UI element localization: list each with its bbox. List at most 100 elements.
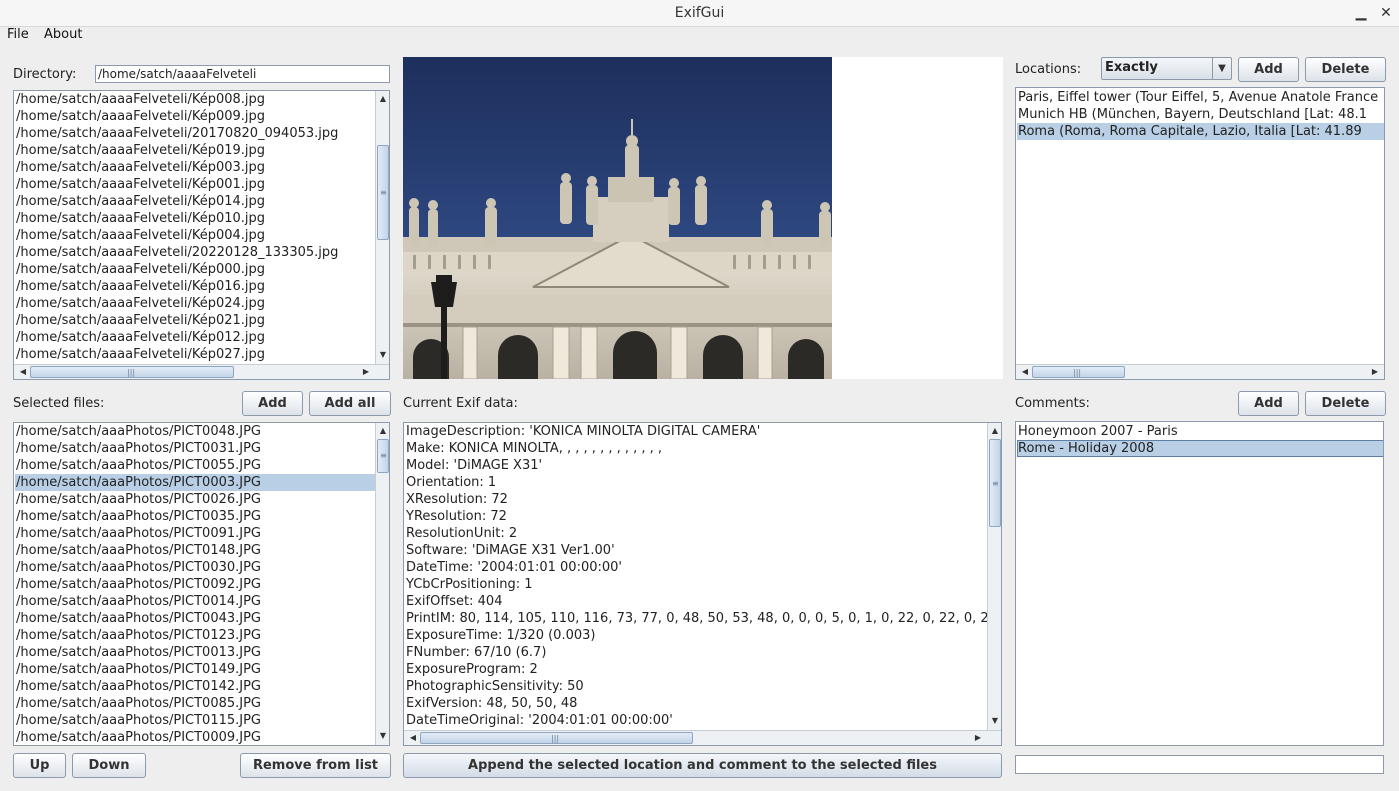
- directory-file-item[interactable]: /home/satch/aaaaFelveteli/Kép016.jpg: [15, 278, 375, 295]
- selected-files-list[interactable]: /home/satch/aaaPhotos/PICT0048.JPG/home/…: [13, 422, 390, 746]
- locations-list[interactable]: Paris, Eiffel tower (Tour Eiffel, 5, Ave…: [1015, 87, 1385, 380]
- scroll-thumb[interactable]: |||: [30, 366, 234, 378]
- directory-file-item[interactable]: /home/satch/aaaaFelveteli/Kép024.jpg: [15, 295, 375, 312]
- selected-file-item[interactable]: /home/satch/aaaPhotos/PICT0091.JPG: [15, 525, 375, 542]
- add-location-button[interactable]: Add: [1238, 57, 1299, 82]
- selected-file-item[interactable]: /home/satch/aaaPhotos/PICT0003.JPG: [15, 474, 375, 491]
- location-match-combo[interactable]: Exactly ▼: [1101, 57, 1232, 80]
- location-item[interactable]: Munich HB (München, Bayern, Deutschland …: [1017, 106, 1384, 123]
- selected-file-item[interactable]: /home/satch/aaaPhotos/PICT0148.JPG: [15, 542, 375, 559]
- comments-label: Comments:: [1015, 396, 1090, 411]
- directory-file-item[interactable]: /home/satch/aaaaFelveteli/Kép014.jpg: [15, 193, 375, 210]
- selected-file-item[interactable]: /home/satch/aaaPhotos/PICT0031.JPG: [15, 440, 375, 457]
- exif-vertical-scrollbar[interactable]: ▲ ≡ ▼: [987, 423, 1001, 730]
- selected-file-item[interactable]: /home/satch/aaaPhotos/PICT0085.JPG: [15, 695, 375, 712]
- minimize-icon[interactable]: ▁: [1351, 3, 1371, 23]
- exif-data-line: Software: 'DiMAGE X31 Ver1.00': [406, 543, 615, 558]
- selected-files-vertical-scrollbar[interactable]: ▲ ≡ ▼: [375, 423, 389, 745]
- locations-horizontal-scrollbar[interactable]: ◀ ||| ▶: [1016, 364, 1384, 379]
- directory-input[interactable]: /home/satch/aaaaFelveteli: [95, 65, 390, 83]
- exif-data-line: FNumber: 67/10 (6.7): [406, 645, 547, 660]
- exif-data-line: DateTimeOriginal: '2004:01:01 00:00:00': [406, 713, 673, 728]
- exif-data-line: Orientation: 1: [406, 475, 497, 490]
- directory-file-item[interactable]: /home/satch/aaaaFelveteli/20220128_13330…: [15, 244, 375, 261]
- selected-file-item[interactable]: /home/satch/aaaPhotos/PICT0009.JPG: [15, 729, 375, 745]
- directory-file-item[interactable]: /home/satch/aaaaFelveteli/20170820_09405…: [15, 125, 375, 142]
- selected-file-item[interactable]: /home/satch/aaaPhotos/PICT0123.JPG: [15, 627, 375, 644]
- directory-file-item[interactable]: /home/satch/aaaaFelveteli/Kép009.jpg: [15, 108, 375, 125]
- scroll-up-icon[interactable]: ▲: [988, 424, 1001, 438]
- add-comment-button[interactable]: Add: [1238, 391, 1299, 416]
- new-comment-input[interactable]: [1015, 755, 1384, 774]
- scroll-up-icon[interactable]: ▲: [376, 92, 389, 106]
- comments-list[interactable]: Honeymoon 2007 - Paris Rome - Holiday 200…: [1015, 421, 1384, 746]
- move-down-button[interactable]: Down: [72, 753, 146, 778]
- directory-horizontal-scrollbar[interactable]: ◀ ||| ▶: [14, 364, 389, 379]
- directory-file-item[interactable]: /home/satch/aaaaFelveteli/Kép008.jpg: [15, 91, 375, 108]
- selected-file-item[interactable]: /home/satch/aaaPhotos/PICT0142.JPG: [15, 678, 375, 695]
- chevron-down-icon[interactable]: ▼: [1212, 58, 1231, 79]
- grip-icon: |||: [1073, 368, 1082, 377]
- scroll-right-icon[interactable]: ▶: [359, 365, 373, 379]
- selected-file-item[interactable]: /home/satch/aaaPhotos/PICT0092.JPG: [15, 576, 375, 593]
- scroll-down-icon[interactable]: ▼: [376, 729, 389, 743]
- selected-file-item[interactable]: /home/satch/aaaPhotos/PICT0149.JPG: [15, 661, 375, 678]
- exif-data-area[interactable]: ImageDescription: 'KONICA MINOLTA DIGITA…: [403, 422, 1002, 746]
- move-up-button[interactable]: Up: [13, 753, 66, 778]
- menu-bar: File About: [0, 27, 1399, 45]
- selected-file-item[interactable]: /home/satch/aaaPhotos/PICT0048.JPG: [15, 423, 375, 440]
- menu-about[interactable]: About: [44, 27, 82, 42]
- selected-file-item[interactable]: /home/satch/aaaPhotos/PICT0026.JPG: [15, 491, 375, 508]
- directory-file-item[interactable]: /home/satch/aaaaFelveteli/Kép021.jpg: [15, 312, 375, 329]
- exif-data-line: YResolution: 72: [406, 509, 507, 524]
- exif-horizontal-scrollbar[interactable]: ◀ ||| ▶: [404, 730, 1001, 745]
- scroll-thumb[interactable]: |||: [1032, 366, 1125, 378]
- exif-data-line: DateTime: '2004:01:01 00:00:00': [406, 560, 622, 575]
- scroll-down-icon[interactable]: ▼: [988, 714, 1001, 728]
- locations-label: Locations:: [1015, 62, 1082, 77]
- location-item[interactable]: Paris, Eiffel tower (Tour Eiffel, 5, Ave…: [1017, 89, 1384, 106]
- menu-file[interactable]: File: [7, 27, 29, 42]
- selected-file-item[interactable]: /home/satch/aaaPhotos/PICT0055.JPG: [15, 457, 375, 474]
- selected-file-item[interactable]: /home/satch/aaaPhotos/PICT0115.JPG: [15, 712, 375, 729]
- scroll-thumb[interactable]: ≡: [989, 439, 1001, 527]
- scroll-up-icon[interactable]: ▲: [376, 424, 389, 438]
- add-selected-file-button[interactable]: Add: [242, 391, 303, 416]
- scroll-thumb[interactable]: |||: [420, 732, 693, 744]
- scroll-left-icon[interactable]: ◀: [16, 365, 30, 379]
- delete-comment-button[interactable]: Delete: [1305, 391, 1386, 416]
- append-location-comment-button[interactable]: Append the selected location and comment…: [403, 753, 1002, 778]
- delete-location-button[interactable]: Delete: [1305, 57, 1386, 82]
- scroll-right-icon[interactable]: ▶: [971, 731, 985, 745]
- directory-file-item[interactable]: /home/satch/aaaaFelveteli/Kép010.jpg: [15, 210, 375, 227]
- selected-file-item[interactable]: /home/satch/aaaPhotos/PICT0013.JPG: [15, 644, 375, 661]
- grip-icon: |||: [551, 734, 560, 743]
- scroll-left-icon[interactable]: ◀: [1018, 365, 1032, 379]
- selected-file-item[interactable]: /home/satch/aaaPhotos/PICT0030.JPG: [15, 559, 375, 576]
- grip-icon: |||: [127, 368, 136, 377]
- scroll-down-icon[interactable]: ▼: [376, 348, 389, 362]
- directory-file-item[interactable]: /home/satch/aaaaFelveteli/Kép027.jpg: [15, 346, 375, 363]
- directory-file-item[interactable]: /home/satch/aaaaFelveteli/Kép003.jpg: [15, 159, 375, 176]
- scroll-thumb[interactable]: ≡: [377, 145, 389, 240]
- directory-file-item[interactable]: /home/satch/aaaaFelveteli/Kép012.jpg: [15, 329, 375, 346]
- remove-from-list-button[interactable]: Remove from list: [240, 753, 391, 778]
- scroll-thumb[interactable]: ≡: [377, 439, 389, 473]
- directory-file-item[interactable]: /home/satch/aaaaFelveteli/Kép000.jpg: [15, 261, 375, 278]
- comment-item[interactable]: Honeymoon 2007 - Paris: [1017, 423, 1383, 440]
- directory-file-item[interactable]: /home/satch/aaaaFelveteli/Kép004.jpg: [15, 227, 375, 244]
- comment-item[interactable]: Rome - Holiday 2008: [1017, 440, 1383, 457]
- selected-file-item[interactable]: /home/satch/aaaPhotos/PICT0014.JPG: [15, 593, 375, 610]
- directory-file-list[interactable]: /home/satch/aaaaFelveteli/Kép008.jpg/hom…: [13, 90, 390, 380]
- add-all-files-button[interactable]: Add all: [309, 391, 391, 416]
- scroll-left-icon[interactable]: ◀: [406, 731, 420, 745]
- directory-vertical-scrollbar[interactable]: ▲ ≡ ▼: [375, 91, 389, 364]
- scroll-right-icon[interactable]: ▶: [1368, 365, 1382, 379]
- selected-file-item[interactable]: /home/satch/aaaPhotos/PICT0043.JPG: [15, 610, 375, 627]
- close-icon[interactable]: ✕: [1376, 3, 1396, 23]
- selected-file-item[interactable]: /home/satch/aaaPhotos/PICT0035.JPG: [15, 508, 375, 525]
- exif-data-line: ExifVersion: 48, 50, 50, 48: [406, 696, 578, 711]
- location-item[interactable]: Roma (Roma, Roma Capitale, Lazio, Italia…: [1017, 123, 1384, 140]
- directory-file-item[interactable]: /home/satch/aaaaFelveteli/Kép001.jpg: [15, 176, 375, 193]
- directory-file-item[interactable]: /home/satch/aaaaFelveteli/Kép019.jpg: [15, 142, 375, 159]
